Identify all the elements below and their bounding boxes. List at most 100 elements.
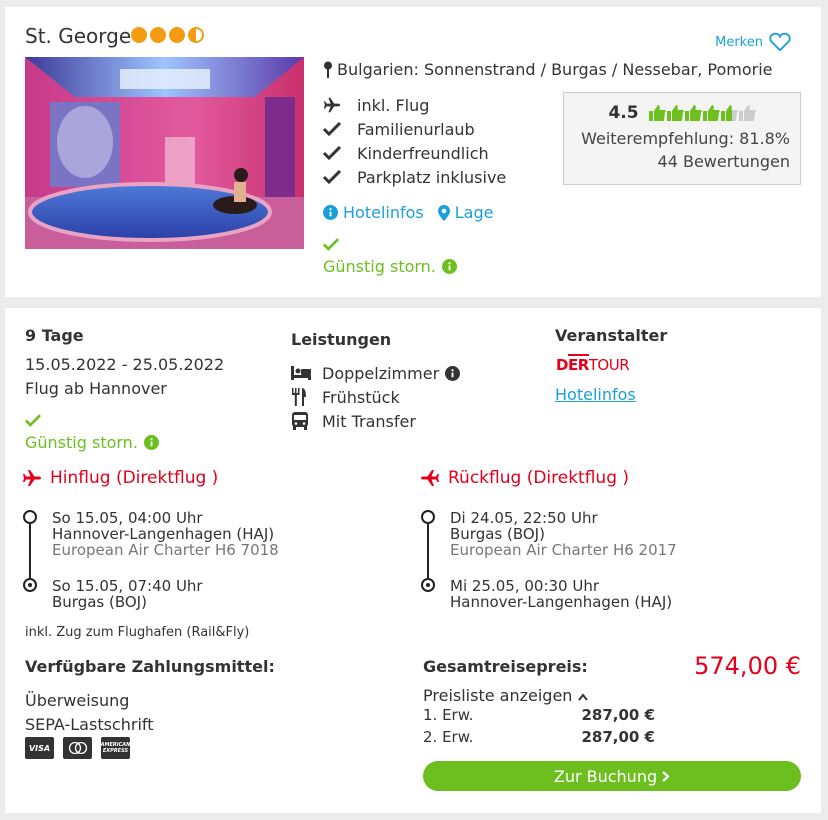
return-timeline [421, 510, 435, 592]
hotel-image[interactable] [25, 57, 304, 249]
bus-icon [292, 412, 308, 430]
storno-label: Günstig storn. [323, 257, 436, 276]
hotel-location: Bulgarien: Sonnenstrand / Burgas / Nesse… [323, 60, 773, 79]
total-price-title: Gesamtreisepreis: [423, 657, 588, 676]
merken-label: Merken [715, 34, 763, 50]
leistung-label: Frühstück [322, 387, 400, 407]
feature-item: inkl. Flug [323, 93, 506, 117]
book-button-label: Zur Buchung [553, 766, 658, 786]
heart-icon [769, 32, 791, 52]
payment-cards: VISA AMERICAN EXPRESS [25, 737, 130, 759]
price-list: 1. Erw. 287,00 € 2. Erw. 287,00 € [423, 704, 655, 748]
payment-method: SEPA-Lastschrift [25, 715, 154, 734]
price-list-toggle[interactable]: Preisliste anzeigen [423, 686, 588, 705]
thumb-up-half-icon [720, 105, 738, 121]
feature-label: inkl. Flug [357, 95, 430, 115]
leistungen-title: Leistungen [291, 330, 392, 349]
hotel-name[interactable]: St. George [25, 24, 131, 48]
plane-icon [323, 97, 341, 113]
return-airline: European Air Charter H6 2017 [450, 541, 677, 559]
payment-method: Überweisung [25, 691, 130, 710]
bed-icon [291, 366, 311, 380]
trip-duration: 9 Tage [25, 326, 84, 345]
outbound-airline: European Air Charter H6 7018 [52, 541, 279, 559]
mastercard-icon [63, 737, 92, 759]
leistung-label: Mit Transfer [322, 411, 416, 431]
visa-icon: VISA [25, 737, 54, 759]
feature-item: Kinderfreundlich [323, 141, 506, 165]
price-row-value: 287,00 € [581, 706, 655, 724]
check-icon [322, 238, 340, 251]
return-flight-header: Rückflug (Direktflug ) [420, 468, 629, 488]
amex-icon: AMERICAN EXPRESS [101, 737, 130, 759]
plane-icon [23, 470, 41, 486]
check-icon [24, 414, 42, 427]
hotel-links: Hotelinfos Lage [323, 203, 493, 222]
hotel-card: St. George Merken Bulgarien: Sonnenstran… [5, 7, 821, 297]
outbound-timeline [23, 510, 37, 592]
price-row-label: 1. Erw. [423, 706, 474, 724]
feature-list: inkl. Flug Familienurlaub Kinderfreundli… [323, 93, 506, 189]
review-thumbs [648, 105, 756, 121]
payment-methods: Überweisung SEPA-Lastschrift [25, 689, 154, 737]
timeline-dot-filled-icon [421, 578, 435, 592]
outbound-flight-header: Hinflug (Direktflug ) [22, 468, 218, 488]
feature-label: Familienurlaub [357, 119, 475, 139]
chevron-right-icon [662, 770, 670, 782]
map-pin-icon [437, 204, 450, 221]
lage-link[interactable]: Lage [437, 203, 493, 222]
return-dep-airport: Burgas (BOJ) [450, 525, 545, 543]
return-arrival: Mi 25.05, 00:30 Uhr Hannover-Langenhagen… [450, 578, 672, 610]
price-row: 1. Erw. 287,00 € [423, 704, 655, 726]
return-dep-time: Di 24.05, 22:50 Uhr [450, 509, 598, 527]
review-score: 4.5 [608, 103, 639, 123]
info-icon[interactable] [445, 365, 461, 381]
timeline-dot-icon [23, 510, 37, 524]
leistung-label: Doppelzimmer [322, 363, 440, 383]
rail-note: inkl. Zug zum Flughafen (Rail&Fly) [25, 625, 250, 640]
return-flight-title: Rückflug (Direktflug ) [448, 468, 630, 488]
departure-airport: Flug ab Hannover [25, 379, 167, 398]
info-icon[interactable] [143, 435, 159, 450]
review-box[interactable]: 4.5 Weiterempfehlung: 81.8% 44 Bewertung… [563, 92, 801, 185]
price-row-value: 287,00 € [581, 728, 655, 746]
location-text: Bulgarien: Sonnenstrand / Burgas / Nesse… [337, 60, 773, 79]
feature-label: Kinderfreundlich [357, 143, 489, 163]
veranstalter-hotelinfos-link[interactable]: Hotelinfos [555, 385, 636, 404]
trip-dates: 15.05.2022 - 25.05.2022 [25, 355, 225, 374]
rating-circle-icon [169, 27, 185, 43]
thumb-up-icon [702, 105, 720, 121]
book-button[interactable]: Zur Buchung [423, 761, 801, 791]
payment-title: Verfügbare Zahlungsmittel: [25, 657, 275, 676]
leistung-item: Doppelzimmer [291, 361, 461, 385]
feature-item: Parkplatz inklusive [323, 165, 506, 189]
merken-button[interactable]: Merken [715, 32, 791, 52]
info-icon[interactable] [441, 259, 457, 274]
storno-badge: Günstig storn. [322, 236, 457, 276]
return-arr-time: Mi 25.05, 00:30 Uhr [450, 577, 600, 595]
price-row-label: 2. Erw. [423, 728, 474, 746]
thumb-up-icon [684, 105, 702, 121]
hotel-rating [131, 27, 204, 43]
price-row: 2. Erw. 287,00 € [423, 726, 655, 748]
return-arr-airport: Hannover-Langenhagen (HAJ) [450, 593, 673, 611]
outbound-arr-airport: Burgas (BOJ) [52, 593, 147, 611]
outbound-dep-time: So 15.05, 04:00 Uhr [52, 509, 203, 527]
storno-label: Günstig storn. [25, 433, 138, 452]
hotelinfos-link[interactable]: Hotelinfos [323, 203, 424, 222]
outbound-dep-airport: Hannover-Langenhagen (HAJ) [52, 525, 275, 543]
chevron-up-icon [577, 693, 588, 701]
outbound-flight-title: Hinflug (Direktflug ) [50, 468, 219, 488]
feature-item: Familienurlaub [323, 117, 506, 141]
plane-icon [421, 470, 439, 486]
outbound-arrival: So 15.05, 07:40 Uhr Burgas (BOJ) [52, 578, 203, 610]
check-icon [323, 122, 341, 136]
price-list-label: Preisliste anzeigen [423, 686, 573, 705]
outbound-departure: So 15.05, 04:00 Uhr Hannover-Langenhagen… [52, 510, 279, 558]
feature-label: Parkplatz inklusive [357, 167, 507, 187]
total-price: 574,00 € [694, 652, 801, 680]
timeline-dot-filled-icon [23, 578, 37, 592]
dertour-logo: DERTOUR [556, 354, 630, 374]
rating-circle-icon [131, 27, 147, 43]
info-icon [323, 205, 338, 220]
